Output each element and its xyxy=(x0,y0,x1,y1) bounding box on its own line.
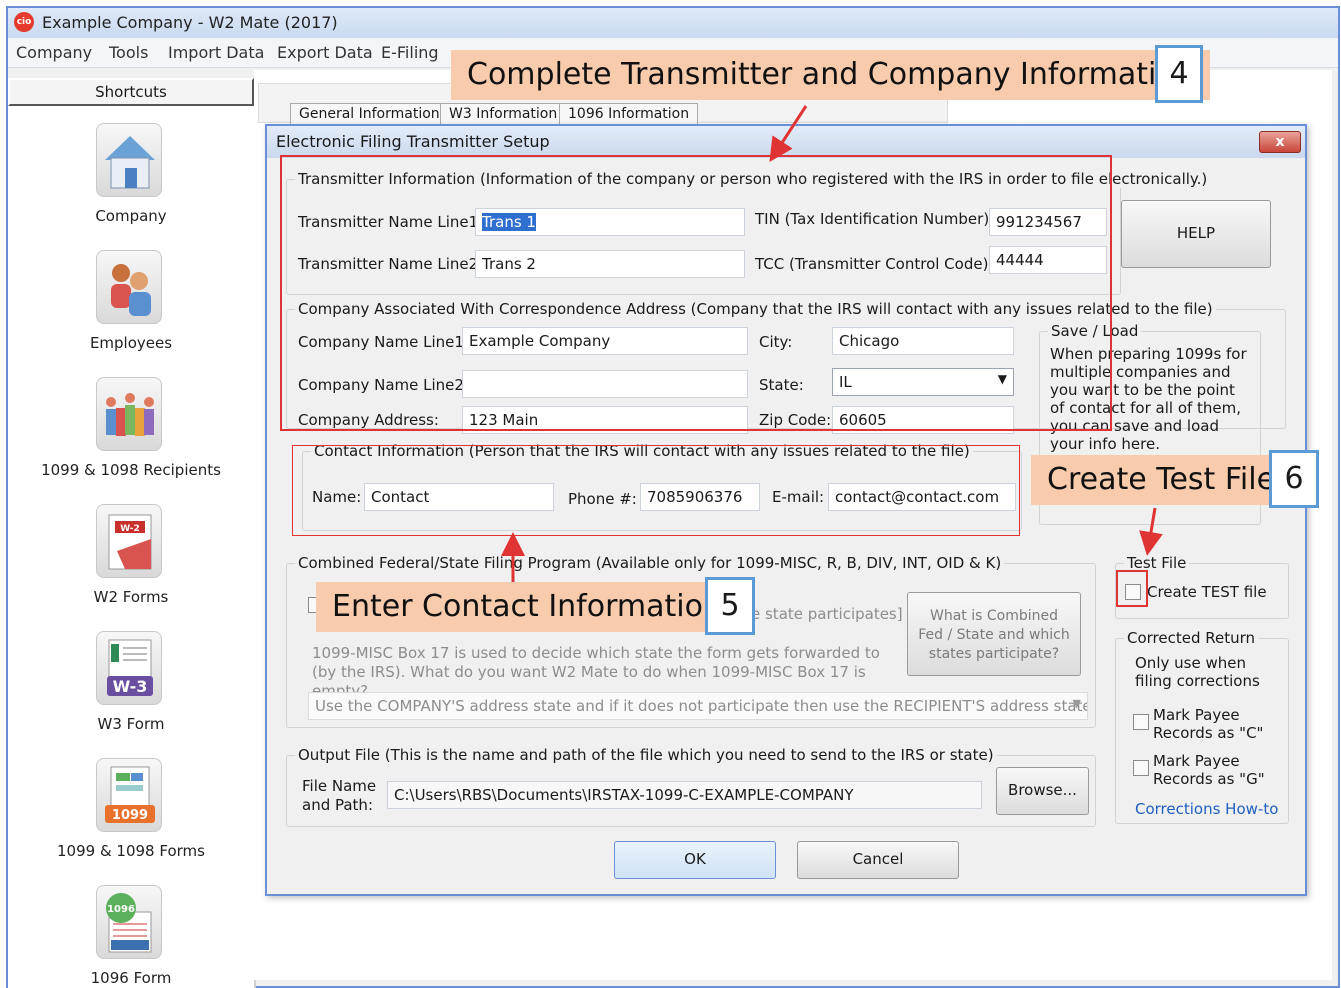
1099-badge: 1099 xyxy=(112,808,148,823)
mark-payee-g-label: Mark Payee Records as "G" xyxy=(1153,752,1265,788)
1099-form-icon: 1099 xyxy=(96,758,162,832)
chevron-down-icon: ▼ xyxy=(1072,697,1081,710)
shortcut-1096-form[interactable]: 1096 1096 Form xyxy=(8,885,254,988)
shortcuts-panel: Shortcuts Company Employees 1099 & 1098 … xyxy=(8,78,256,988)
what-is-combined-button[interactable]: What is Combined Fed / State and which s… xyxy=(907,592,1081,676)
browse-button[interactable]: Browse... xyxy=(996,767,1089,815)
house-icon xyxy=(96,123,162,197)
group-icon xyxy=(96,377,162,451)
step6-number: 6 xyxy=(1269,450,1319,508)
help-button[interactable]: HELP xyxy=(1121,200,1271,268)
corrected-note: Only use when filing corrections xyxy=(1135,654,1260,690)
close-button[interactable]: x xyxy=(1259,131,1301,153)
dialog-title-bar: Electronic Filing Transmitter Setup x xyxy=(267,126,1305,158)
app-logo-icon: cio xyxy=(14,12,34,32)
file-name-label-line1: File Name xyxy=(302,777,377,795)
tab-w3-information[interactable]: W3 Information xyxy=(440,103,567,125)
step4-callout: Complete Transmitter and Company Informa… xyxy=(451,50,1210,100)
w3-badge: W-3 xyxy=(113,677,148,696)
corrected-return-legend: Corrected Return xyxy=(1124,629,1259,647)
step5-number: 5 xyxy=(705,577,755,635)
tab-general-information[interactable]: General Information xyxy=(290,103,449,125)
test-file-highlight-box xyxy=(1116,570,1148,607)
menu-tools[interactable]: Tools xyxy=(109,43,148,62)
menu-e-filing[interactable]: E-Filing xyxy=(381,43,439,62)
mark-payee-c-label: Mark Payee Records as "C" xyxy=(1153,706,1264,742)
mark-payee-g-checkbox[interactable] xyxy=(1133,760,1149,776)
title-bar: cio Example Company - W2 Mate (2017) xyxy=(8,8,1338,38)
window-title: Example Company - W2 Mate (2017) xyxy=(42,13,338,32)
cancel-button[interactable]: Cancel xyxy=(797,841,959,879)
menu-export-data[interactable]: Export Data xyxy=(277,43,373,62)
shortcut-label: 1096 Form xyxy=(90,969,172,987)
shortcut-label: W2 Forms xyxy=(93,588,169,606)
combined-checkbox-label: e state participates] xyxy=(751,605,903,623)
shortcut-company[interactable]: Company xyxy=(8,123,254,243)
shortcut-label: Company xyxy=(95,207,167,225)
box17-dropdown-value: Use the COMPANY'S address state and if i… xyxy=(315,697,1088,715)
file-path-input[interactable]: C:\Users\RBS\Documents\IRSTAX-1099-C-EXA… xyxy=(387,781,982,809)
people-icon xyxy=(96,250,162,324)
w2-form-icon: W-2 xyxy=(96,504,162,578)
menu-company[interactable]: Company xyxy=(16,43,92,62)
box17-dropdown[interactable]: Use the COMPANY'S address state and if i… xyxy=(308,692,1088,720)
1096-form-icon: 1096 xyxy=(96,885,162,959)
shortcut-label: Employees xyxy=(89,334,173,352)
shortcuts-header: Shortcuts xyxy=(8,78,254,106)
w2-badge: W-2 xyxy=(120,524,140,534)
shortcut-1099-forms[interactable]: 1099 1099 & 1098 Forms xyxy=(8,758,254,878)
shortcut-employees[interactable]: Employees xyxy=(8,250,254,370)
w3-form-icon: W-3 xyxy=(96,631,162,705)
step4-number: 4 xyxy=(1155,45,1203,103)
shortcut-label: 1099 & 1098 Recipients xyxy=(41,461,221,479)
tab-1096-information[interactable]: 1096 Information xyxy=(559,103,699,125)
step6-callout: Create Test File xyxy=(1031,455,1292,505)
menu-import-data[interactable]: Import Data xyxy=(168,43,264,62)
corrections-how-to-link[interactable]: Corrections How-to xyxy=(1135,800,1278,818)
shortcut-w3-form[interactable]: W-3 W3 Form xyxy=(8,631,254,751)
output-file-legend: Output File (This is the name and path o… xyxy=(295,746,997,764)
step5-callout: Enter Contact Information xyxy=(316,582,738,632)
create-test-file-label: Create TEST file xyxy=(1147,583,1267,601)
shortcut-w2-forms[interactable]: W-2 W2 Forms xyxy=(8,504,254,624)
file-name-label-line2: and Path: xyxy=(302,796,373,814)
mark-payee-c-checkbox[interactable] xyxy=(1133,714,1149,730)
combined-filing-legend: Combined Federal/State Filing Program (A… xyxy=(295,554,1005,572)
contact-highlight-box xyxy=(292,445,1020,536)
shortcut-label: W3 Form xyxy=(97,715,165,733)
shortcut-recipients[interactable]: 1099 & 1098 Recipients xyxy=(8,377,254,497)
shortcut-label: 1099 & 1098 Forms xyxy=(57,842,205,860)
ok-button[interactable]: OK xyxy=(614,841,776,879)
1096-badge: 1096 xyxy=(107,904,135,915)
transmitter-highlight-box xyxy=(280,155,1112,431)
dialog-title: Electronic Filing Transmitter Setup xyxy=(276,132,550,151)
